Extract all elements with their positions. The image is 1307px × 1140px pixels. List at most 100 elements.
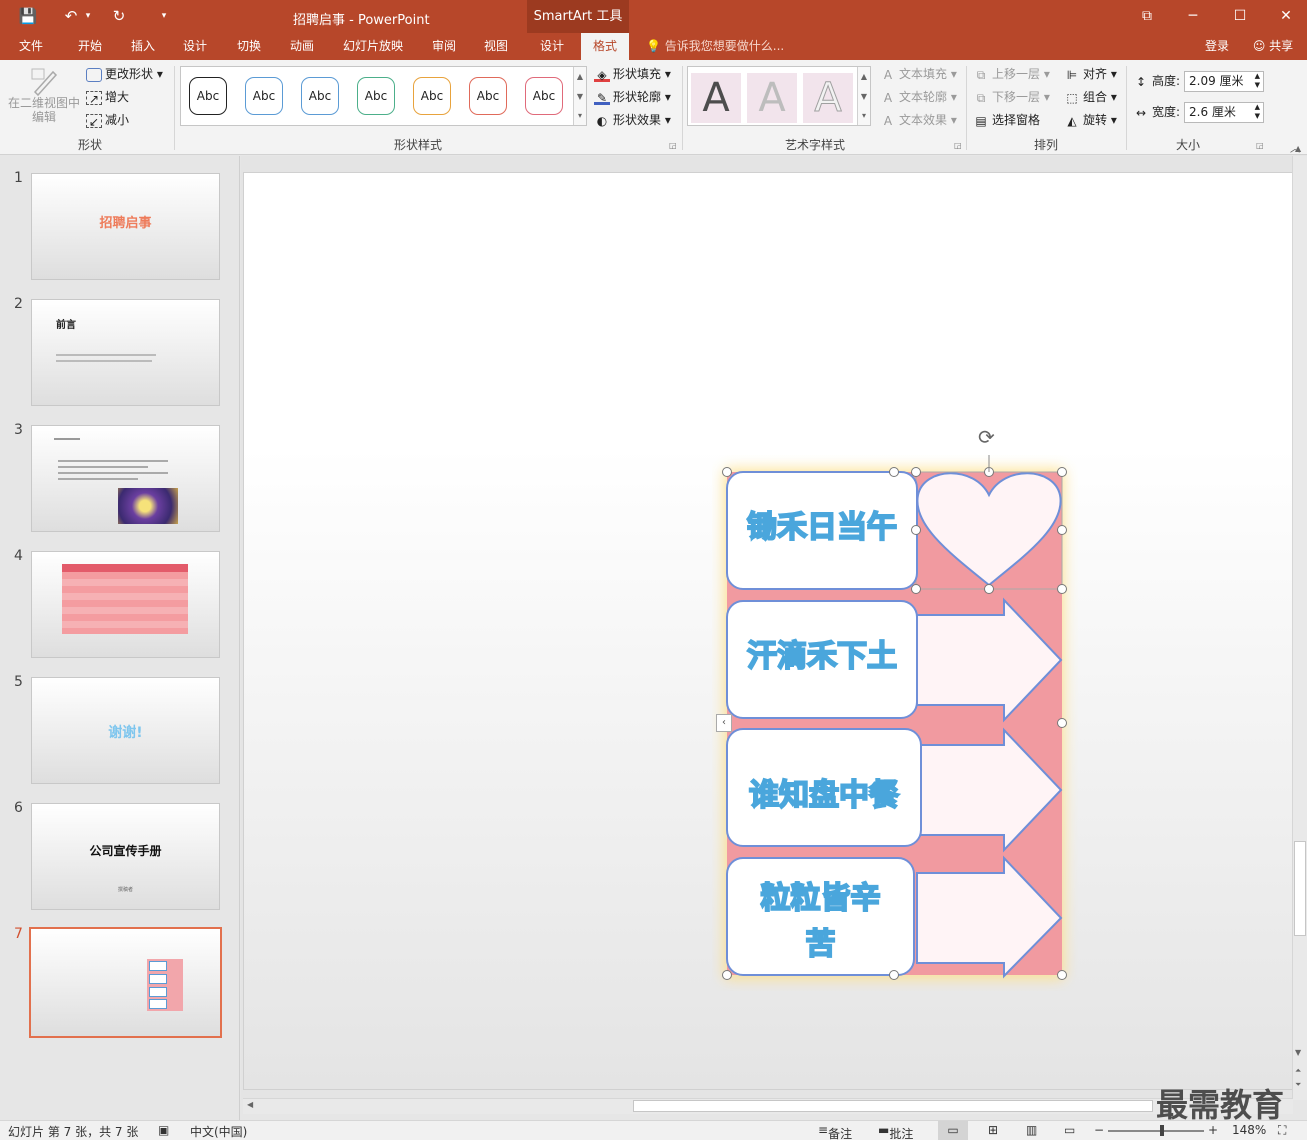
tab-transitions[interactable]: 切换 [226,33,272,60]
fit-to-window-icon[interactable]: ⛶ [1278,1123,1286,1138]
selection-pane-button[interactable]: ▤ 选择窗格 [973,110,1040,130]
close-button[interactable]: ✕ [1264,4,1307,28]
dialog-launcher-icon[interactable]: ◲ [954,141,962,150]
tell-me-box[interactable]: 💡 告诉我您想要做什么... [646,33,784,60]
edit-in-2d-button[interactable]: 在二维视图中编辑 [6,64,82,130]
larger-button[interactable]: ↗ 增大 [86,87,129,107]
dialog-launcher-icon[interactable]: ◲ [1256,141,1264,150]
reading-view-icon[interactable]: ▥ [1026,1123,1037,1137]
slide-thumbnail[interactable]: 谢谢! [31,677,220,784]
slide-thumbnail-selected[interactable] [29,927,222,1038]
shape-style-sample[interactable]: Abc [245,77,283,115]
shape-fill-button[interactable]: ◈ 形状填充 ▾ [594,64,671,84]
gallery-scroll-up-icon[interactable]: ▲ [573,67,586,87]
dialog-launcher-icon[interactable]: ◲ [669,141,677,150]
zoom-slider[interactable] [1108,1130,1204,1132]
hscroll-thumb[interactable] [633,1100,1153,1112]
zoom-slider-thumb[interactable] [1160,1125,1164,1136]
slide-thumbnail[interactable]: 公司宣传手册 撰稿者 [31,803,220,910]
slide-thumbnail[interactable]: 招聘启事 [31,173,220,280]
text-outline-button[interactable]: A 文本轮廓 ▾ [880,87,957,107]
slide-thumbnail[interactable]: 前言 [31,299,220,406]
slide-thumbnail[interactable] [31,425,220,532]
tab-format[interactable]: 格式 [581,33,629,60]
send-backward-button[interactable]: ⧉ 下移一层 ▾ [973,87,1050,107]
slide-thumbnail[interactable] [31,551,220,658]
normal-view-icon[interactable]: ▭ [938,1121,968,1140]
tab-file[interactable]: 文件 [8,33,54,60]
group-button[interactable]: ⬚ 组合 ▾ [1064,87,1117,107]
tab-slideshow[interactable]: 幻灯片放映 [337,33,409,60]
language-indicator[interactable]: 中文(中国) [190,1123,247,1140]
rotate-handle-icon[interactable]: ⟳ [978,425,995,449]
scroll-up-icon[interactable]: ▲ [1295,144,1301,153]
horizontal-scrollbar[interactable]: ◀ [243,1098,1293,1114]
text-effects-button[interactable]: A 文本效果 ▾ [880,110,957,130]
scroll-down-icon[interactable]: ▼ [1295,1048,1301,1057]
zoom-in-icon[interactable]: + [1208,1123,1218,1137]
share-button[interactable]: ☺ 共享 [1244,36,1302,58]
minimize-button[interactable]: ─ [1171,4,1215,28]
height-input[interactable]: 2.09 厘米 ▲ ▼ [1184,71,1264,92]
shape-style-sample[interactable]: Abc [413,77,451,115]
tab-home[interactable]: 开始 [66,33,114,60]
height-spinner-icon[interactable]: ▲ ▼ [1255,72,1260,90]
zoom-level[interactable]: 148% [1232,1123,1266,1137]
smartart-text-5[interactable]: 苦 [727,919,914,963]
width-spinner-icon[interactable]: ▲ ▼ [1255,103,1260,121]
smartart-text-3[interactable]: 谁知盘中餐 [727,770,921,814]
scroll-thumb[interactable] [1294,841,1306,936]
shape-outline-button[interactable]: ✎ 形状轮廓 ▾ [594,87,671,107]
tab-animations[interactable]: 动画 [279,33,325,60]
tab-design[interactable]: 设计 [172,33,218,60]
shape-style-sample[interactable]: Abc [357,77,395,115]
shape-style-sample[interactable]: Abc [189,77,227,115]
tab-insert[interactable]: 插入 [120,33,166,60]
wordart-more-icon[interactable]: ▾ [857,107,870,125]
change-shape-button[interactable]: 更改形状 ▾ [86,64,163,84]
align-button[interactable]: ⊫ 对齐 ▾ [1064,64,1117,84]
undo-icon[interactable]: ↶ [60,6,82,26]
tab-smartart-design[interactable]: 设计 [529,33,575,60]
slideshow-icon[interactable]: ▭ [1064,1123,1075,1137]
text-pane-toggle-icon[interactable]: ‹ [716,714,732,732]
shape-effects-button[interactable]: ◐ 形状效果 ▾ [594,110,671,130]
zoom-out-icon[interactable]: − [1094,1123,1104,1137]
wordart-sample[interactable]: A [747,73,797,123]
login-link[interactable]: 登录 [1205,33,1229,59]
save-icon[interactable]: 💾 [17,6,39,26]
maximize-button[interactable]: ☐ [1218,4,1262,28]
smartart-text-4[interactable]: 粒粒皆辛 [727,873,914,917]
smaller-button[interactable]: ↙ 减小 [86,110,129,130]
tab-review[interactable]: 审阅 [421,33,467,60]
wordart-sample[interactable]: A [803,73,853,123]
smartart-graphic[interactable]: ⟳ ‹ 锄禾日当午 汗滴禾下土 谁知盘中餐 粒粒皆辛 苦 [712,425,1078,991]
redo-icon[interactable]: ↻ [108,6,130,26]
spellcheck-icon[interactable]: ▣ [158,1123,169,1137]
notes-button[interactable]: ≡ 备注 [818,1123,852,1140]
undo-dropdown-icon[interactable]: ▾ [82,6,94,26]
tab-view[interactable]: 视图 [473,33,519,60]
smartart-text-2[interactable]: 汗滴禾下土 [727,631,917,675]
scroll-left-icon[interactable]: ◀ [247,1100,253,1109]
wordart-sample[interactable]: A [691,73,741,123]
vertical-scrollbar[interactable]: ▲ ▼ ⏶ ⏷ [1292,144,1307,1100]
bring-forward-button[interactable]: ⧉ 上移一层 ▾ [973,64,1050,84]
shape-style-sample[interactable]: Abc [469,77,507,115]
text-fill-button[interactable]: A 文本填充 ▾ [880,64,957,84]
slide-thumbnail-panel[interactable]: 1 招聘启事 2 前言 3 4 5 谢谢! 6 公司宣传手册 撰稿者 7 [0,156,240,1120]
gallery-scroll-down-icon[interactable]: ▼ [573,87,586,107]
comments-button[interactable]: ▬ 批注 [878,1123,913,1140]
ribbon-display-icon[interactable]: ⧉ [1125,4,1169,28]
slide-sorter-icon[interactable]: ⊞ [988,1123,998,1137]
shape-style-sample[interactable]: Abc [525,77,563,115]
wordart-scroll-down-icon[interactable]: ▼ [857,87,870,107]
shape-style-sample[interactable]: Abc [301,77,339,115]
smartart-text-1[interactable]: 锄禾日当午 [727,502,917,546]
previous-slide-icon[interactable]: ⏶ [1295,1066,1301,1076]
customize-toolbar-icon[interactable]: ▾ [153,6,175,26]
width-input[interactable]: 2.6 厘米 ▲ ▼ [1184,102,1264,123]
gallery-more-icon[interactable]: ▾ [573,107,586,125]
wordart-scroll-up-icon[interactable]: ▲ [857,67,870,87]
wordart-gallery[interactable]: A A A ▲ ▼ ▾ [687,66,871,126]
